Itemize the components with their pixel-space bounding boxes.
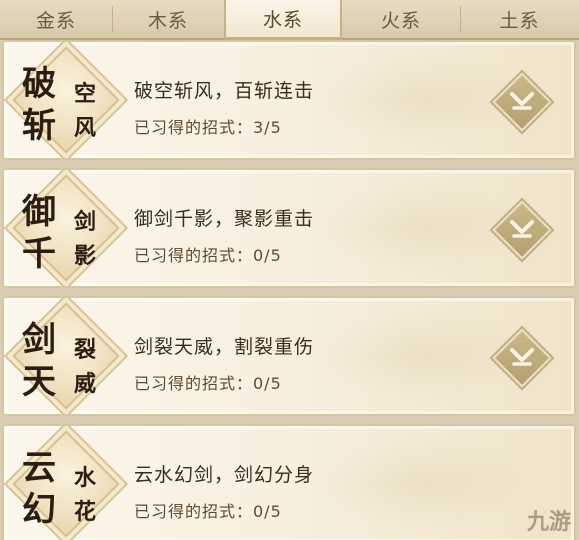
emblem-char: 空 bbox=[74, 81, 97, 107]
skill-title: 破空斩风，百斩连击 bbox=[134, 80, 315, 102]
skill-emblem: 剑 天 裂 威 bbox=[10, 302, 122, 412]
expand-button[interactable] bbox=[492, 328, 552, 388]
skill-emblem: 御 千 剑 影 bbox=[10, 174, 122, 284]
skill-title: 云水幻剑，剑幻分身 bbox=[134, 464, 315, 486]
skill-progress: 已习得的招式：3/5 bbox=[134, 118, 282, 137]
skill-progress: 已习得的招式：0/5 bbox=[134, 502, 282, 521]
skill-title: 御剑千影，聚影重击 bbox=[134, 208, 315, 230]
emblem-char: 威 bbox=[74, 371, 97, 397]
skill-card[interactable]: 破 斩 空 风 破空斩风，百斩连击 已习得的招式：3/5 bbox=[2, 40, 576, 160]
expand-button[interactable] bbox=[492, 72, 552, 132]
watermark-logo: 九游 bbox=[526, 510, 571, 535]
skill-emblem: 破 斩 空 风 bbox=[10, 46, 122, 156]
expand-button[interactable] bbox=[492, 200, 552, 260]
tab-metal[interactable]: 金系 bbox=[0, 0, 113, 38]
element-tab-bar: 金系 木系 水系 火系 土系 bbox=[0, 0, 579, 40]
tab-fire[interactable]: 火系 bbox=[342, 0, 461, 38]
chevron-down-icon bbox=[510, 220, 534, 238]
tab-earth[interactable]: 土系 bbox=[460, 0, 579, 38]
skill-emblem: 云 幻 水 花 bbox=[10, 430, 122, 540]
skill-progress: 已习得的招式：0/5 bbox=[134, 374, 282, 393]
emblem-char: 影 bbox=[74, 243, 97, 269]
emblem-char: 斩 bbox=[22, 106, 56, 146]
emblem-char: 千 bbox=[22, 234, 56, 274]
emblem-char: 风 bbox=[74, 115, 97, 141]
skill-list: 破 斩 空 风 破空斩风，百斩连击 已习得的招式：3/5 御 千 剑 影 御剑千… bbox=[0, 40, 579, 540]
skill-card[interactable]: 剑 天 裂 威 剑裂天威，割裂重伤 已习得的招式：0/5 bbox=[2, 296, 576, 416]
skill-progress: 已习得的招式：0/5 bbox=[134, 246, 282, 265]
emblem-char: 花 bbox=[74, 499, 97, 525]
skill-card[interactable]: 御 千 剑 影 御剑千影，聚影重击 已习得的招式：0/5 bbox=[2, 168, 576, 288]
skill-title: 剑裂天威，割裂重伤 bbox=[134, 336, 315, 358]
emblem-char: 剑 bbox=[74, 209, 97, 235]
emblem-char: 裂 bbox=[74, 337, 97, 363]
emblem-char: 幻 bbox=[22, 490, 56, 530]
tab-wood[interactable]: 木系 bbox=[112, 0, 225, 38]
emblem-char: 水 bbox=[74, 465, 97, 491]
tab-water[interactable]: 水系 bbox=[224, 0, 342, 40]
mist-decoration bbox=[314, 438, 534, 528]
emblem-char: 天 bbox=[22, 362, 56, 402]
skill-card[interactable]: 云 幻 水 花 云水幻剑，剑幻分身 已习得的招式：0/5 bbox=[2, 424, 576, 540]
chevron-down-icon bbox=[510, 92, 534, 110]
chevron-down-icon bbox=[510, 348, 534, 366]
